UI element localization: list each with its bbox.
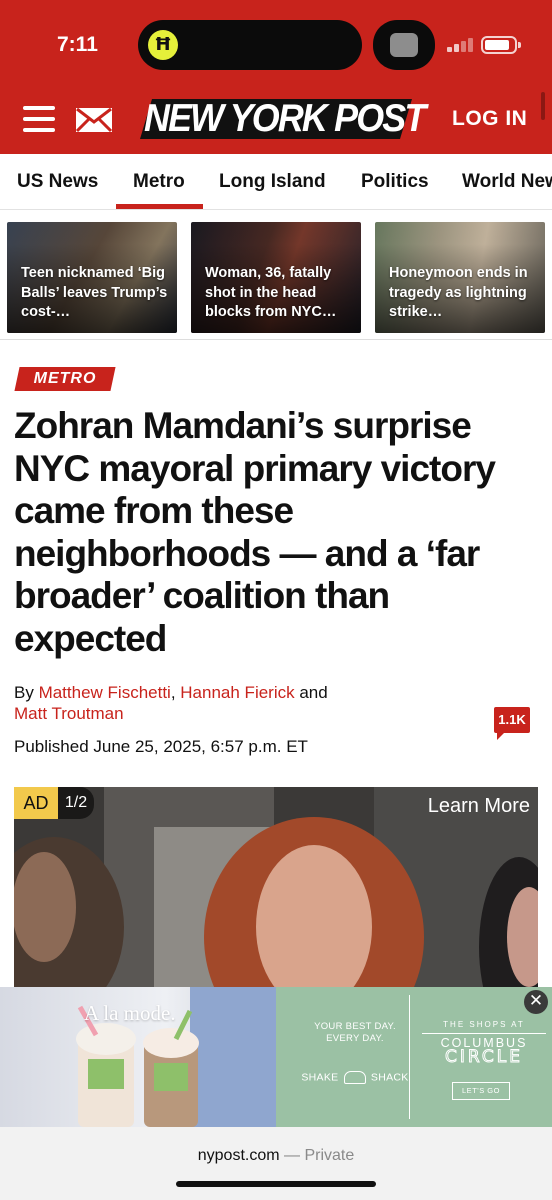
nav-item-us-news[interactable]: US News (17, 171, 98, 193)
nav-item-world-news[interactable]: World News (462, 171, 552, 193)
card-title: Honeymoon ends in tragedy as lightning s… (389, 265, 528, 320)
author-link[interactable]: Hannah Fierick (180, 683, 294, 702)
hamburger-menu-icon[interactable] (23, 106, 55, 132)
ad-badge: AD 1/2 (14, 787, 94, 819)
url-text[interactable]: nypost.com — Private (0, 1147, 552, 1165)
nav-item-long-island[interactable]: Long Island (219, 171, 326, 193)
ad-headline: A la mode. (84, 1001, 176, 1025)
nav-item-metro[interactable]: Metro (133, 171, 185, 193)
nav-item-politics[interactable]: Politics (361, 171, 429, 193)
card-title: Woman, 36, fatally shot in the head bloc… (205, 265, 337, 320)
banner-ad-image: A la mode. (0, 987, 276, 1127)
section-kicker[interactable]: METRO (14, 367, 116, 391)
banner-ad[interactable]: A la mode. YOUR BEST DAY. EVERY DAY. SHA… (0, 987, 552, 1127)
shake-shack-logo: SHAKE SHACK (301, 1071, 409, 1084)
shops-at-label: THE SHOPS AT (443, 1020, 525, 1029)
comment-count-button[interactable]: 1.1K (494, 707, 530, 740)
battery-icon (481, 36, 521, 54)
card-title: Teen nicknamed ‘Big Balls’ leaves Trump’… (21, 265, 168, 320)
byline: By Matthew Fischetti, Hannah Fierick and… (14, 683, 328, 723)
home-indicator[interactable] (176, 1181, 376, 1187)
banner-ad-panel: YOUR BEST DAY. EVERY DAY. SHAKE SHACK TH… (276, 987, 552, 1127)
published-date: Published June 25, 2025, 6:57 p.m. ET (14, 737, 308, 756)
divider (409, 995, 410, 1119)
scrollbar[interactable] (541, 92, 545, 120)
browser-url-bar[interactable]: nypost.com — Private (0, 1127, 552, 1200)
close-ad-icon[interactable]: ✕ (524, 990, 548, 1014)
lets-go-button[interactable]: LET'S GO (452, 1082, 510, 1100)
dynamic-island: Ħ (138, 20, 362, 70)
trending-card[interactable]: Honeymoon ends in tragedy as lightning s… (375, 222, 545, 333)
article-headline: Zohran Mamdani’s surprise NYC mayoral pr… (14, 405, 496, 659)
nypost-logo[interactable]: NEW YORK POST (138, 95, 426, 143)
mail-icon[interactable] (75, 107, 113, 133)
author-link[interactable]: Matthew Fischetti (39, 683, 171, 702)
private-mode-label: Private (304, 1147, 355, 1164)
ad-tagline: YOUR BEST DAY. EVERY DAY. (314, 1021, 396, 1044)
login-button[interactable]: LOG IN (452, 107, 527, 131)
status-time: 7:11 (57, 33, 98, 56)
status-bar: 7:11 Ħ (0, 0, 552, 90)
app-activity-icon: Ħ (148, 30, 178, 60)
circle-label: CIRCLE (445, 1047, 523, 1068)
nav-active-indicator (116, 204, 203, 209)
signal-icon (447, 38, 475, 52)
trending-strip: Teen nicknamed ‘Big Balls’ leaves Trump’… (0, 218, 552, 340)
logo-wordmark: NEW YORK POST (144, 97, 426, 140)
burger-icon (343, 1071, 366, 1084)
section-nav: US News Metro Long Island Politics World… (0, 154, 552, 210)
author-link[interactable]: Matt Troutman (14, 704, 124, 723)
learn-more-link[interactable]: Learn More (428, 795, 530, 818)
ad-counter: 1/2 (58, 787, 94, 819)
video-ad[interactable]: AD 1/2 Learn More (14, 787, 538, 987)
trending-card[interactable]: Woman, 36, fatally shot in the head bloc… (191, 222, 361, 333)
trending-card[interactable]: Teen nicknamed ‘Big Balls’ leaves Trump’… (7, 222, 177, 333)
camera-activity-icon (373, 20, 435, 70)
